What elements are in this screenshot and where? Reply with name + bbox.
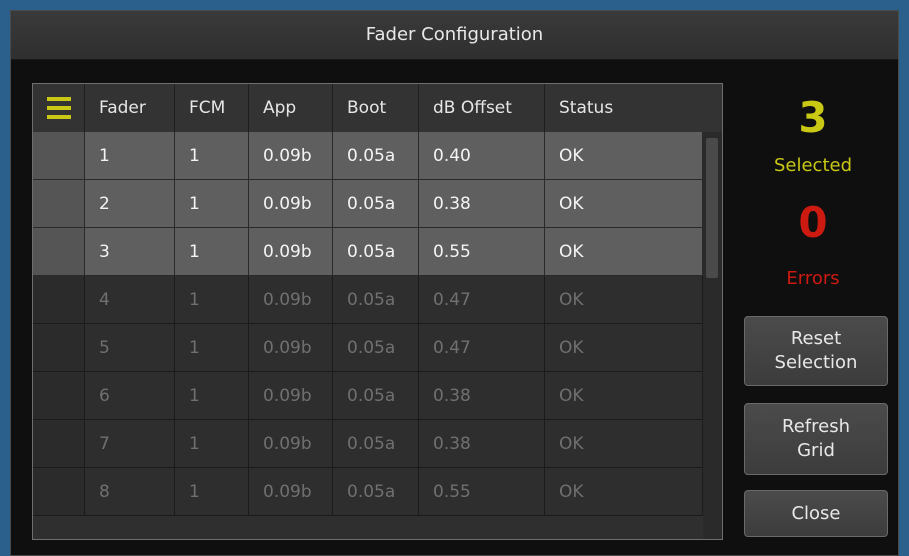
cell-status[interactable]: OK [545, 132, 703, 180]
fader-configuration-window: Fader Configuration Fader FCM App Boot d… [10, 10, 899, 556]
cell-boot[interactable]: 0.05a [333, 180, 419, 228]
cell-boot[interactable]: 0.05a [333, 276, 419, 324]
cell-app[interactable]: 0.09b [249, 372, 333, 420]
table-row[interactable]: 4 1 0.09b 0.05a 0.47 OK [33, 276, 703, 324]
close-label: Close [791, 502, 841, 524]
errors-count: 0 [798, 198, 828, 247]
cell-fcm[interactable]: 1 [175, 324, 249, 372]
cell-fader[interactable]: 4 [85, 276, 175, 324]
selected-label: Selected [773, 155, 853, 176]
errors-label: Errors [786, 268, 840, 289]
cell-fader[interactable]: 8 [85, 468, 175, 516]
cell-fcm[interactable]: 1 [175, 132, 249, 180]
summary-panel: 3 Selected 0 Errors Reset Selection Refr… [733, 83, 893, 543]
cell-db-offset[interactable]: 0.55 [419, 228, 545, 276]
cell-app[interactable]: 0.09b [249, 324, 333, 372]
cell-fader[interactable]: 6 [85, 372, 175, 420]
cell-app[interactable]: 0.09b [249, 180, 333, 228]
cell-app[interactable]: 0.09b [249, 228, 333, 276]
refresh-grid-label-line1: Refresh [782, 416, 850, 437]
hamburger-menu-icon [46, 97, 71, 119]
cell-db-offset[interactable]: 0.55 [419, 468, 545, 516]
refresh-grid-label-line2: Grid [797, 440, 835, 461]
row-select-cell[interactable] [33, 372, 85, 420]
window-title: Fader Configuration [11, 11, 898, 60]
cell-status[interactable]: OK [545, 180, 703, 228]
cell-fader[interactable]: 2 [85, 180, 175, 228]
cell-fcm[interactable]: 1 [175, 276, 249, 324]
cell-db-offset[interactable]: 0.38 [419, 420, 545, 468]
table-row[interactable]: 2 1 0.09b 0.05a 0.38 OK [33, 180, 703, 228]
row-select-cell[interactable] [33, 468, 85, 516]
cell-app[interactable]: 0.09b [249, 468, 333, 516]
cell-boot[interactable]: 0.05a [333, 132, 419, 180]
cell-fcm[interactable]: 1 [175, 180, 249, 228]
cell-app[interactable]: 0.09b [249, 420, 333, 468]
cell-fcm[interactable]: 1 [175, 420, 249, 468]
refresh-grid-button[interactable]: Refresh Grid [744, 403, 888, 475]
column-header-fcm[interactable]: FCM [175, 84, 249, 132]
scrollbar-thumb[interactable] [706, 138, 718, 278]
cell-boot[interactable]: 0.05a [333, 324, 419, 372]
cell-db-offset[interactable]: 0.47 [419, 324, 545, 372]
cell-status[interactable]: OK [545, 228, 703, 276]
selected-count: 3 [798, 93, 828, 142]
table-row[interactable]: 7 1 0.09b 0.05a 0.38 OK [33, 420, 703, 468]
table-row[interactable]: 3 1 0.09b 0.05a 0.55 OK [33, 228, 703, 276]
reset-selection-label-line1: Reset [790, 328, 842, 349]
cell-db-offset[interactable]: 0.38 [419, 372, 545, 420]
cell-db-offset[interactable]: 0.40 [419, 132, 545, 180]
cell-boot[interactable]: 0.05a [333, 468, 419, 516]
cell-fader[interactable]: 3 [85, 228, 175, 276]
cell-fcm[interactable]: 1 [175, 228, 249, 276]
cell-fcm[interactable]: 1 [175, 468, 249, 516]
grid-scrollbar[interactable] [703, 132, 722, 539]
row-select-cell[interactable] [33, 180, 85, 228]
row-select-cell[interactable] [33, 420, 85, 468]
table-row[interactable]: 8 1 0.09b 0.05a 0.55 OK [33, 468, 703, 516]
cell-app[interactable]: 0.09b [249, 276, 333, 324]
cell-fader[interactable]: 7 [85, 420, 175, 468]
grid-header: Fader FCM App Boot dB Offset Status [33, 84, 722, 132]
cell-status[interactable]: OK [545, 324, 703, 372]
cell-fader[interactable]: 5 [85, 324, 175, 372]
cell-boot[interactable]: 0.05a [333, 228, 419, 276]
table-row[interactable]: 1 1 0.09b 0.05a 0.40 OK [33, 132, 703, 180]
grid-menu-button[interactable] [33, 84, 85, 132]
row-select-cell[interactable] [33, 132, 85, 180]
reset-selection-label-line2: Selection [774, 352, 858, 373]
row-select-cell[interactable] [33, 324, 85, 372]
cell-db-offset[interactable]: 0.47 [419, 276, 545, 324]
cell-status[interactable]: OK [545, 420, 703, 468]
column-header-boot[interactable]: Boot [333, 84, 419, 132]
cell-fader[interactable]: 1 [85, 132, 175, 180]
column-header-fader[interactable]: Fader [85, 84, 175, 132]
close-button[interactable]: Close [744, 490, 888, 537]
column-header-db-offset[interactable]: dB Offset [419, 84, 545, 132]
fader-grid: Fader FCM App Boot dB Offset Status 1 1 0.… [32, 83, 723, 540]
row-select-cell[interactable] [33, 276, 85, 324]
column-header-status[interactable]: Status [545, 84, 722, 132]
table-row[interactable]: 5 1 0.09b 0.05a 0.47 OK [33, 324, 703, 372]
table-row[interactable]: 6 1 0.09b 0.05a 0.38 OK [33, 372, 703, 420]
column-header-app[interactable]: App [249, 84, 333, 132]
reset-selection-button[interactable]: Reset Selection [744, 316, 888, 386]
cell-boot[interactable]: 0.05a [333, 420, 419, 468]
cell-db-offset[interactable]: 0.38 [419, 180, 545, 228]
cell-app[interactable]: 0.09b [249, 132, 333, 180]
cell-fcm[interactable]: 1 [175, 372, 249, 420]
row-select-cell[interactable] [33, 228, 85, 276]
cell-status[interactable]: OK [545, 372, 703, 420]
cell-status[interactable]: OK [545, 468, 703, 516]
cell-boot[interactable]: 0.05a [333, 372, 419, 420]
cell-status[interactable]: OK [545, 276, 703, 324]
